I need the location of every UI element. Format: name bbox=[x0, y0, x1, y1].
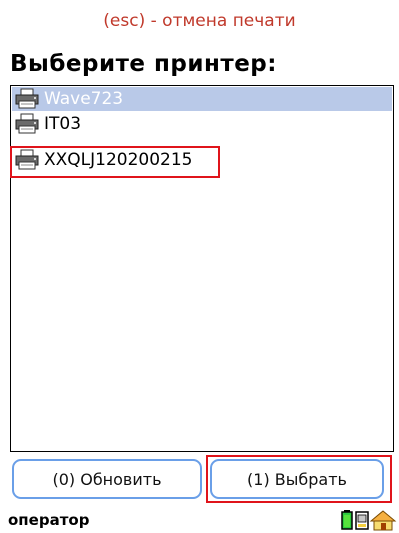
device-icon bbox=[355, 511, 369, 530]
printer-name: IT03 bbox=[44, 114, 82, 134]
printer-list[interactable]: Wave723 IT03 XXQLJ120200215 bbox=[10, 85, 394, 452]
printer-list-item[interactable]: IT03 bbox=[12, 112, 81, 136]
page-title: Выберите принтер: bbox=[10, 51, 277, 77]
home-icon[interactable] bbox=[369, 510, 397, 531]
status-bar: оператор bbox=[0, 507, 399, 533]
annotation-highlight bbox=[206, 455, 392, 503]
cancel-print-hint: (esc) - отмена печати bbox=[103, 11, 296, 31]
operator-label: оператор bbox=[8, 511, 90, 529]
printer-icon bbox=[15, 88, 39, 109]
printer-list-item[interactable]: Wave723 bbox=[12, 87, 392, 111]
refresh-button[interactable]: (0) Обновить bbox=[12, 459, 202, 499]
annotation-highlight bbox=[10, 146, 220, 178]
printer-icon bbox=[15, 113, 39, 134]
battery-icon bbox=[341, 510, 353, 530]
status-icons bbox=[341, 510, 397, 531]
printer-name: Wave723 bbox=[44, 89, 124, 109]
